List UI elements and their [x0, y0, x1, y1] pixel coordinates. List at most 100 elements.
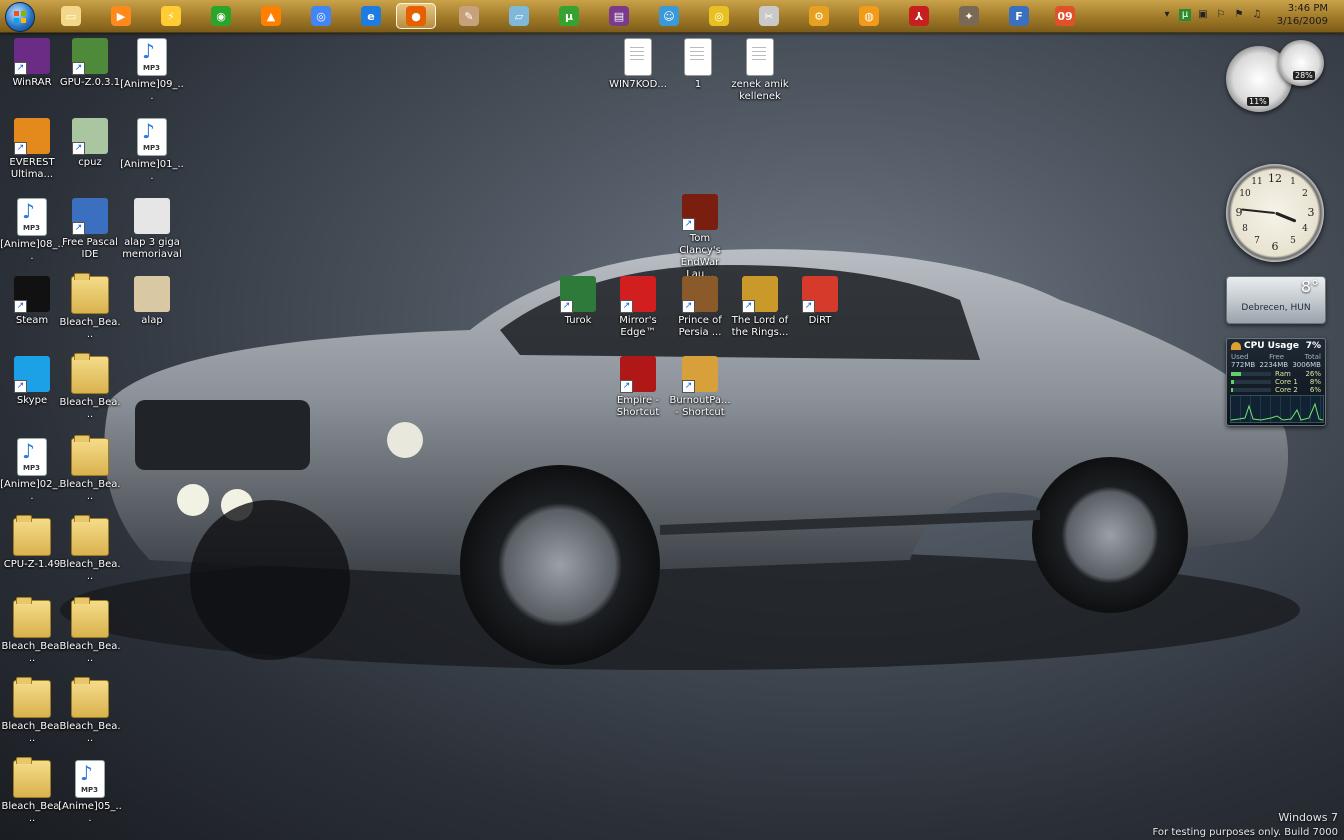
cpu-usage-title: CPU Usage — [1244, 341, 1299, 351]
fpc-icon[interactable]: F — [1006, 3, 1032, 29]
cpu-usage-gadget[interactable]: CPU Usage 7% Used Free Total 772MB 2234M… — [1226, 338, 1326, 426]
show-hidden-icons-chevron-icon[interactable]: ▾ — [1161, 9, 1173, 21]
desktop-icon-burnout[interactable]: ↗ BurnoutPa... - Shortcut — [668, 356, 732, 419]
desktop-icon-mirrors-edge[interactable]: ↗ Mirror's Edge™ — [606, 276, 670, 339]
paint-icon[interactable]: ✎ — [456, 3, 482, 29]
desktop-icon-steam[interactable]: ↗ Steam — [0, 276, 64, 327]
memory-headers: Used Free Total — [1231, 353, 1321, 361]
network-tray-icon[interactable]: ▣ — [1197, 9, 1209, 21]
desktop-icon-cpuz[interactable]: ↗ cpuz — [58, 118, 122, 169]
desktop-icon-free-pascal[interactable]: ↗ Free Pascal IDE — [58, 198, 122, 261]
memory-free: 2234MB — [1259, 361, 1289, 369]
core1-label: Core 1 — [1275, 378, 1298, 386]
desktop-icon-bleach-6[interactable]: Bleach_Bea... — [58, 597, 122, 665]
ie-icon[interactable]: e — [358, 3, 384, 29]
media-player-icon[interactable]: ▶ — [108, 3, 134, 29]
meter-gadget[interactable]: 11% 28% — [1224, 40, 1324, 116]
desktop-icon-endwar[interactable]: ↗ Tom Clancy's EndWar Lau... — [668, 194, 732, 281]
badge-09-icon[interactable]: 09 — [1052, 3, 1078, 29]
desktop-icon-alap[interactable]: alap — [120, 276, 184, 327]
ram-value: 26% — [1305, 370, 1321, 378]
core1-bar — [1231, 380, 1271, 384]
utorrent-icon[interactable]: µ — [556, 3, 582, 29]
desktop-icon-anime01[interactable]: MP3 [Anime]01_... — [120, 118, 184, 183]
weather-gadget[interactable]: 8° Debrecen, HUN — [1226, 276, 1326, 324]
desktop-icon-label: DiRT — [808, 315, 832, 326]
utorrent-tray-icon[interactable]: µ — [1179, 9, 1191, 21]
desktop-icon-anime09[interactable]: MP3 [Anime]09_... — [120, 38, 184, 103]
desktop-icon-cpu-z-149[interactable]: CPU-Z-1.49 — [0, 515, 64, 571]
skype-icon: ↗ — [14, 356, 50, 393]
firefox-icon[interactable]: ● — [396, 3, 436, 29]
gimp-icon[interactable]: ✦ — [956, 3, 982, 29]
desktop-icon-empire[interactable]: ↗ Empire - Shortcut — [606, 356, 670, 419]
desktop-icon-alap-3-giga[interactable]: alap 3 giga memoriaval — [120, 198, 184, 261]
vlc-icon[interactable]: ▲ — [258, 3, 284, 29]
desktop-icon-win7kod[interactable]: WIN7KOD... — [606, 38, 670, 91]
desktop-icon-bleach-5[interactable]: Bleach_Bea... — [0, 597, 64, 665]
desktop-icon-skype[interactable]: ↗ Skype — [0, 356, 64, 407]
start-button[interactable] — [5, 2, 35, 32]
chrome-icon[interactable]: ◎ — [308, 3, 334, 29]
everest-icon: ↗ — [14, 118, 50, 155]
desktop-icon-bleach-1[interactable]: Bleach_Bea... — [58, 273, 122, 341]
shortcut-arrow-icon: ↗ — [14, 62, 27, 75]
build-watermark: For testing purposes only. Build 7000 — [1152, 827, 1338, 838]
desktop-icon-turok[interactable]: ↗ Turok — [546, 276, 610, 327]
explorer-icon[interactable]: ▭ — [58, 3, 84, 29]
clock-date[interactable]: 3/16/2009 — [1268, 16, 1328, 27]
desktop-icon-winrar[interactable]: ↗ WinRAR — [0, 38, 64, 89]
desktop-icon-prince-of-persia[interactable]: ↗ Prince of Persia ... — [668, 276, 732, 339]
endwar-icon: ↗ — [682, 194, 718, 231]
cpu-gauge-icon — [1231, 342, 1241, 350]
flag-tray-icon[interactable]: ⚑ — [1233, 9, 1245, 21]
winamp-icon[interactable]: ⚡ — [158, 3, 184, 29]
memory-header-free: Free — [1269, 353, 1285, 361]
rss-icon[interactable]: ◍ — [856, 3, 882, 29]
winrar-icon[interactable]: ▤ — [606, 3, 632, 29]
desktop-icon-label: Bleach_Bea... — [1, 641, 63, 664]
windows-version: Windows 7 — [1278, 811, 1338, 824]
desktop-icon-zenek[interactable]: zenek amik kellenek — [728, 38, 792, 103]
desktop-icon-label: Bleach_Bea... — [59, 397, 121, 420]
shortcut-arrow-icon: ↗ — [682, 218, 695, 231]
mp3-tag: MP3 — [81, 786, 98, 794]
desktop-icon-bleach-9[interactable]: Bleach_Bea... — [0, 757, 64, 825]
chrome-glyph: ◎ — [311, 6, 331, 26]
rss-glyph: ◍ — [859, 6, 879, 26]
mp3-tag: MP3 — [143, 144, 160, 152]
windows-media-icon[interactable]: ◉ — [208, 3, 234, 29]
desktop-icon-label: BurnoutPa... - Shortcut — [669, 395, 731, 418]
tools-icon[interactable]: ✂ — [756, 3, 782, 29]
desktop-icon-lord-of-rings[interactable]: ↗ The Lord of the Rings... — [728, 276, 792, 339]
desktop-icon-everest[interactable]: ↗ EVEREST Ultima... — [0, 118, 64, 181]
cpu-history-graph — [1230, 395, 1324, 423]
desktop-icon-bleach-4[interactable]: Bleach_Bea... — [58, 515, 122, 583]
action-center-flag-icon[interactable]: ⚐ — [1215, 9, 1227, 21]
mp3-file-icon: MP3 — [137, 38, 167, 76]
core1-row: Core 1 8% — [1231, 378, 1321, 386]
desktop-icon-bleach-8[interactable]: Bleach_Bea... — [58, 677, 122, 745]
desktop-icon-anime05[interactable]: MP3 [Anime]05_... — [58, 760, 122, 825]
clock-time[interactable]: 3:46 PM — [1268, 3, 1328, 14]
ram-bar-fill — [1231, 372, 1242, 376]
clock-numeral-7: 7 — [1254, 236, 1260, 246]
clock-numeral-12: 12 — [1268, 172, 1282, 185]
desktop-icon-gpu-z[interactable]: ↗ GPU-Z.0.3.1 — [58, 38, 122, 89]
desktop-icon-bleach-2[interactable]: Bleach_Bea... — [58, 353, 122, 421]
notepad-icon[interactable]: ▱ — [506, 3, 532, 29]
settings-icon[interactable]: ⚙ — [806, 3, 832, 29]
desktop-icon-bleach-7[interactable]: Bleach_Bea... — [0, 677, 64, 745]
clock-gadget[interactable]: 12 3 6 9 1 2 4 5 7 8 10 11 — [1226, 164, 1324, 262]
volume-icon[interactable]: ♫ — [1251, 9, 1263, 21]
desktop-icon-doc-1[interactable]: 1 — [666, 38, 730, 91]
desktop-icon-label: Skype — [16, 395, 48, 406]
messenger-icon[interactable]: ☺ — [656, 3, 682, 29]
desktop-icon-dirt[interactable]: ↗ DiRT — [788, 276, 852, 327]
desktop-icon-label: Bleach_Bea... — [59, 317, 121, 340]
desktop-icon-bleach-3[interactable]: Bleach_Bea... — [58, 435, 122, 503]
acrobat-icon[interactable]: ⅄ — [906, 3, 932, 29]
dvd-icon[interactable]: ◎ — [706, 3, 732, 29]
desktop-icon-anime02[interactable]: MP3 [Anime]02_... — [0, 438, 64, 503]
desktop-icon-anime08[interactable]: MP3 [Anime]08_... — [0, 198, 64, 263]
